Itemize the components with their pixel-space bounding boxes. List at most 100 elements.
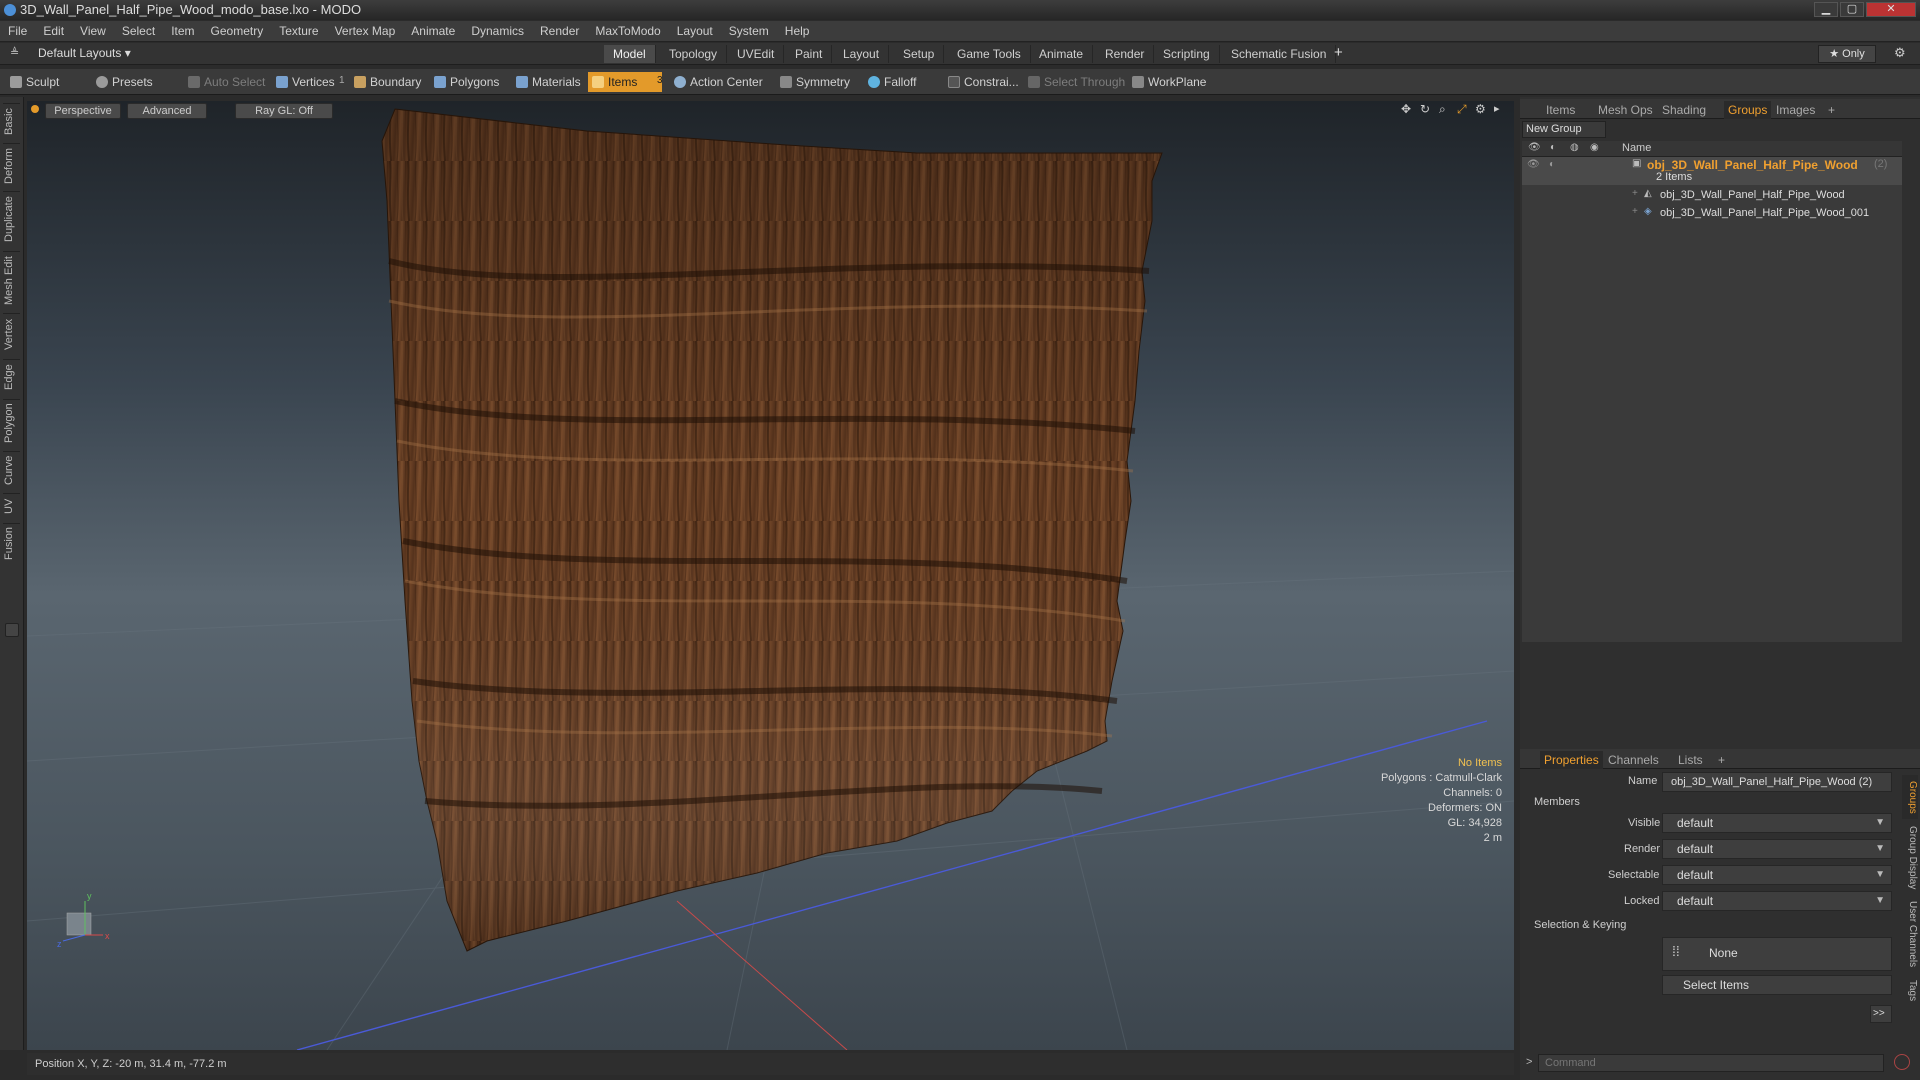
- polygons-button[interactable]: Polygons: [430, 72, 505, 92]
- viewport-expand-icon[interactable]: ▸: [1494, 102, 1500, 115]
- tab-paint[interactable]: Paint: [786, 45, 833, 63]
- menu-render[interactable]: Render: [532, 21, 587, 42]
- menu-system[interactable]: System: [721, 21, 777, 42]
- maximize-button[interactable]: ▢: [1840, 2, 1864, 17]
- menu-dynamics[interactable]: Dynamics: [463, 21, 532, 42]
- tab-scripting[interactable]: Scripting: [1154, 45, 1220, 63]
- only-toggle[interactable]: ★ Only: [1818, 45, 1876, 63]
- tab-shading[interactable]: Shading: [1662, 101, 1706, 119]
- tab-mesh-ops[interactable]: Mesh Ops: [1598, 101, 1653, 119]
- menu-edit[interactable]: Edit: [35, 21, 72, 42]
- side-tab-group-display[interactable]: Group Display: [1902, 823, 1918, 893]
- advanced-button[interactable]: Advanced: [127, 103, 207, 119]
- falloff-button[interactable]: Falloff: [864, 72, 922, 92]
- new-group-button[interactable]: New Group: [1522, 121, 1606, 138]
- minimize-button[interactable]: ▁: [1814, 2, 1838, 17]
- menu-layout[interactable]: Layout: [669, 21, 721, 42]
- raygl-button[interactable]: Ray GL: Off: [235, 103, 333, 119]
- group-row[interactable]: 👁 ◐ ▣ obj_3D_Wall_Panel_Half_Pipe_Wood (…: [1522, 157, 1902, 185]
- visibility-column-icon[interactable]: 👁: [1528, 142, 1541, 153]
- menu-texture[interactable]: Texture: [271, 21, 326, 42]
- expand-icon[interactable]: +: [1632, 188, 1638, 199]
- boundary-button[interactable]: Boundary: [350, 72, 427, 92]
- selectable-select[interactable]: default ▼: [1662, 865, 1892, 885]
- tab-expand-button[interactable]: [5, 623, 19, 637]
- materials-button[interactable]: Materials: [512, 72, 587, 92]
- select-items-button[interactable]: Select Items: [1662, 975, 1892, 995]
- menu-select[interactable]: Select: [114, 21, 163, 42]
- presets-button[interactable]: Presets: [92, 72, 159, 92]
- tab-mesh-edit[interactable]: Mesh Edit: [3, 251, 20, 309]
- record-icon[interactable]: [1894, 1054, 1910, 1070]
- sculpt-button[interactable]: Sculpt: [6, 72, 65, 92]
- command-input[interactable]: [1538, 1054, 1884, 1072]
- vertices-button[interactable]: Vertices: [272, 72, 341, 92]
- perspective-button[interactable]: Perspective: [45, 103, 121, 119]
- tab-curve[interactable]: Curve: [3, 451, 20, 489]
- tab-animate[interactable]: Animate: [1030, 45, 1094, 63]
- menu-maxtomodo[interactable]: MaxToModo: [587, 21, 668, 42]
- tab-uv[interactable]: UV: [3, 493, 20, 519]
- layout-selector[interactable]: Default Layouts ▾: [38, 46, 131, 60]
- auto-select-button[interactable]: Auto Select: [184, 72, 271, 92]
- tab-vertex[interactable]: Vertex: [3, 313, 20, 355]
- pan-icon[interactable]: ✥: [1401, 102, 1411, 116]
- select-through-button[interactable]: Select Through: [1024, 72, 1131, 92]
- tab-fusion[interactable]: Fusion: [3, 523, 20, 563]
- render-select[interactable]: default ▼: [1662, 839, 1892, 859]
- select-column-icon[interactable]: ◉: [1590, 142, 1599, 153]
- menu-geometry[interactable]: Geometry: [203, 21, 272, 42]
- tab-topology[interactable]: Topology: [660, 45, 728, 63]
- menu-help[interactable]: Help: [777, 21, 818, 42]
- menu-view[interactable]: View: [72, 21, 114, 42]
- locked-select[interactable]: default ▼: [1662, 891, 1892, 911]
- close-button[interactable]: ✕: [1866, 2, 1916, 17]
- list-item[interactable]: + ◭ obj_3D_Wall_Panel_Half_Pipe_Wood: [1522, 187, 1902, 205]
- tab-duplicate[interactable]: Duplicate: [3, 191, 20, 247]
- fit-icon[interactable]: ⤢: [1457, 102, 1467, 117]
- more-button[interactable]: >>: [1870, 1005, 1892, 1023]
- layout-collapse-icon[interactable]: ≜: [10, 46, 19, 59]
- tab-groups[interactable]: Groups: [1724, 101, 1772, 119]
- visible-select[interactable]: default ▼: [1662, 813, 1892, 833]
- gear-icon[interactable]: ⚙: [1894, 45, 1906, 61]
- tab-game-tools[interactable]: Game Tools: [948, 45, 1031, 63]
- rotate-icon[interactable]: ↻: [1420, 102, 1430, 116]
- workplane-button[interactable]: WorkPlane: [1128, 72, 1212, 92]
- list-item[interactable]: + ◈ obj_3D_Wall_Panel_Half_Pipe_Wood_001: [1522, 205, 1902, 223]
- lock-column-icon[interactable]: ◍: [1570, 142, 1579, 153]
- action-center-button[interactable]: Action Center: [670, 72, 769, 92]
- add-properties-tab-button[interactable]: +: [1718, 751, 1725, 769]
- tab-setup[interactable]: Setup: [894, 45, 945, 63]
- expand-icon[interactable]: +: [1632, 206, 1638, 217]
- side-tab-tags[interactable]: Tags: [1902, 975, 1918, 1007]
- side-tab-user-channels[interactable]: User Channels: [1902, 897, 1918, 971]
- tab-channels[interactable]: Channels: [1608, 751, 1659, 769]
- selection-keying-header[interactable]: Selection & Keying: [1534, 919, 1626, 931]
- tab-properties[interactable]: Properties: [1540, 751, 1603, 769]
- none-button[interactable]: None: [1662, 937, 1892, 971]
- 3d-viewport[interactable]: y x z No Items Polygons : Catmull-Clark …: [27, 101, 1514, 1050]
- tab-polygon[interactable]: Polygon: [3, 399, 20, 447]
- tab-layout[interactable]: Layout: [834, 45, 890, 63]
- tab-edge[interactable]: Edge: [3, 359, 20, 395]
- members-header[interactable]: Members: [1534, 796, 1580, 808]
- menu-file[interactable]: File: [0, 21, 35, 42]
- items-button[interactable]: Items: [588, 72, 662, 92]
- side-tab-groups[interactable]: Groups: [1902, 775, 1918, 819]
- menu-item[interactable]: Item: [163, 21, 202, 42]
- tab-items[interactable]: Items: [1546, 101, 1575, 119]
- viewport-settings-icon[interactable]: ⚙: [1475, 102, 1486, 116]
- tab-basic[interactable]: Basic: [3, 103, 20, 139]
- tab-schematic-fusion[interactable]: Schematic Fusion: [1222, 45, 1337, 63]
- tab-uvedit[interactable]: UVEdit: [728, 45, 785, 63]
- symmetry-button[interactable]: Symmetry: [776, 72, 856, 92]
- group-visibility-icon[interactable]: 👁: [1527, 159, 1540, 170]
- group-render-icon[interactable]: ◐: [1549, 159, 1555, 170]
- menu-vertex-map[interactable]: Vertex Map: [327, 21, 404, 42]
- constraints-button[interactable]: Constrai...: [944, 72, 1025, 92]
- tab-model[interactable]: Model: [604, 45, 656, 63]
- tab-lists[interactable]: Lists: [1678, 751, 1703, 769]
- tab-render[interactable]: Render: [1096, 45, 1155, 63]
- tab-deform[interactable]: Deform: [3, 143, 20, 187]
